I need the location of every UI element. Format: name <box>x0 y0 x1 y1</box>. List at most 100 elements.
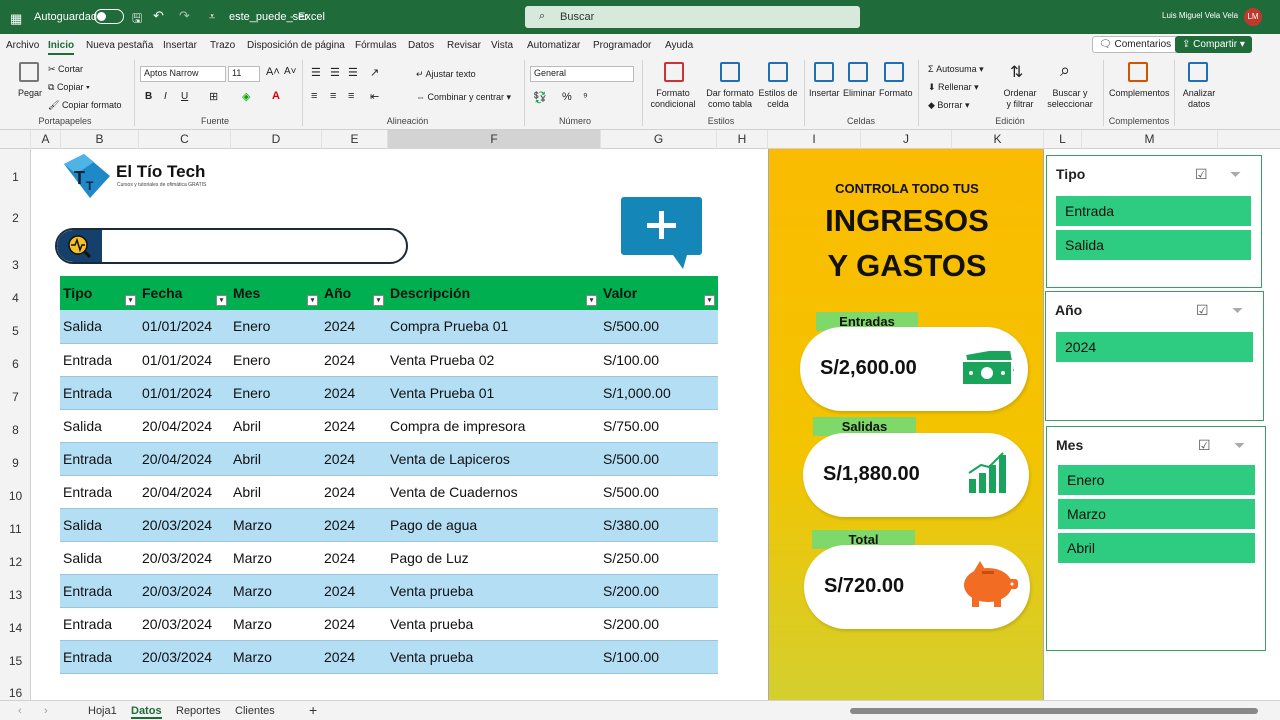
add-sheet-icon[interactable]: + <box>309 702 317 718</box>
row-header[interactable]: 9 <box>0 456 31 470</box>
row-header[interactable]: 4 <box>0 291 31 305</box>
fill-color-icon[interactable]: ◈ <box>242 90 250 103</box>
column-header[interactable]: M <box>1082 130 1218 149</box>
format-as-table-icon[interactable] <box>720 62 740 82</box>
comma-style-icon[interactable]: ⁹ <box>583 91 588 103</box>
slicer-item[interactable]: 2024 <box>1056 332 1253 362</box>
autosum-button[interactable]: Σ Autosuma ▾ <box>928 64 984 75</box>
prev-sheet-icon[interactable]: ‹ <box>18 705 22 717</box>
search-icon[interactable] <box>57 230 102 262</box>
column-header[interactable]: E <box>322 130 388 149</box>
sort-filter-icon[interactable]: ⇅ <box>1010 62 1023 82</box>
column-header[interactable]: K <box>952 130 1044 149</box>
menu-disposicion[interactable]: Disposición de página <box>247 40 345 51</box>
table-search-box[interactable] <box>55 228 408 264</box>
menu-trazo[interactable]: Trazo <box>210 40 235 51</box>
sheet-tab[interactable]: Clientes <box>235 705 275 717</box>
align-left-icon[interactable]: ≡ <box>311 90 317 102</box>
row-header[interactable]: 7 <box>0 390 31 404</box>
table-row[interactable]: Entrada 20/03/2024 Marzo 2024 Venta prueba S/… <box>60 640 718 674</box>
row-header[interactable]: 12 <box>0 555 31 569</box>
align-bottom-icon[interactable]: ☰ <box>348 66 358 79</box>
autosave-toggle[interactable] <box>94 9 124 24</box>
orientation-icon[interactable]: ↗ <box>370 66 379 79</box>
select-all-corner[interactable] <box>0 130 31 149</box>
font-name-select[interactable]: Aptos Narrow <box>140 66 226 82</box>
insert-cells-icon[interactable] <box>814 62 834 82</box>
clear-filter-icon[interactable]: ⏷ <box>1232 302 1243 319</box>
conditional-format-icon[interactable] <box>664 62 684 82</box>
avatar[interactable]: LM <box>1244 8 1262 26</box>
table-row[interactable]: Salida 20/03/2024 Marzo 2024 Pago de Luz S/25… <box>60 541 718 575</box>
filter-dropdown-icon[interactable]: ▾ <box>307 295 318 306</box>
analyze-data-button[interactable]: Analizar datos <box>1182 88 1216 110</box>
table-row[interactable]: Entrada 20/03/2024 Marzo 2024 Venta prueba S/… <box>60 574 718 608</box>
slicer-item[interactable]: Abril <box>1058 533 1255 563</box>
table-row[interactable]: Entrada 20/04/2024 Abril 2024 Venta de Lapic… <box>60 442 718 476</box>
row-header[interactable]: 8 <box>0 423 31 437</box>
wrap-text-button[interactable]: ↵ Ajustar texto <box>416 69 476 80</box>
delete-cells-icon[interactable] <box>848 62 868 82</box>
save-icon[interactable]: 🖫 <box>132 9 142 30</box>
row-header[interactable]: 15 <box>0 654 31 668</box>
table-row[interactable]: Salida 01/01/2024 Enero 2024 Compra Prueba 0… <box>60 310 718 344</box>
align-center-icon[interactable]: ≡ <box>330 90 336 102</box>
column-header[interactable]: D <box>231 130 322 149</box>
header-valor[interactable]: Valor ▾ <box>600 276 718 310</box>
clear-filter-icon[interactable]: ⏷ <box>1234 437 1245 454</box>
horizontal-scrollbar[interactable] <box>850 708 1258 714</box>
menu-insertar[interactable]: Insertar <box>163 40 197 51</box>
share-button[interactable]: ⇪ Compartir ▾ <box>1175 36 1252 53</box>
menu-nueva-pestana[interactable]: Nueva pestaña <box>86 40 153 51</box>
find-select-icon[interactable]: ⌕ <box>1060 60 1070 81</box>
next-sheet-icon[interactable]: › <box>44 705 48 717</box>
column-header[interactable]: L <box>1044 130 1082 149</box>
row-header[interactable]: 5 <box>0 324 31 338</box>
merge-center-button[interactable]: ⇔ Combinar y centrar ▾ <box>416 92 511 103</box>
clear-filter-icon[interactable]: ⏷ <box>1230 166 1241 183</box>
add-record-button[interactable] <box>621 197 702 269</box>
sort-filter-button[interactable]: Ordenar y filtrar <box>1000 88 1040 110</box>
table-row[interactable]: Entrada 01/01/2024 Enero 2024 Venta Prueba 0… <box>60 343 718 377</box>
header-mes[interactable]: Mes ▾ <box>230 276 321 310</box>
paste-icon[interactable] <box>19 62 39 82</box>
excel-app-icon[interactable]: ▦ <box>10 11 22 27</box>
cell-styles-icon[interactable] <box>768 62 788 82</box>
column-header[interactable]: B <box>61 130 139 149</box>
font-size-select[interactable]: 11 <box>228 66 260 82</box>
header-descripcion[interactable]: Descripción ▾ <box>387 276 600 310</box>
column-header[interactable]: G <box>601 130 717 149</box>
menu-archivo[interactable]: Archivo <box>6 40 39 51</box>
menu-revisar[interactable]: Revisar <box>447 40 481 51</box>
menu-formulas[interactable]: Fórmulas <box>355 40 397 51</box>
column-header[interactable]: F <box>388 130 601 149</box>
column-header[interactable]: J <box>861 130 952 149</box>
menu-inicio[interactable]: Inicio <box>48 40 75 55</box>
cut-button[interactable]: ✂ Cortar <box>48 64 83 75</box>
sheet-tab-active[interactable]: Datos <box>131 705 162 719</box>
column-header[interactable]: H <box>717 130 768 149</box>
menu-ayuda[interactable]: Ayuda <box>665 40 693 51</box>
menu-automatizar[interactable]: Automatizar <box>527 40 580 51</box>
row-header[interactable]: 3 <box>0 258 31 272</box>
multi-select-icon[interactable]: ☑ <box>1195 166 1208 183</box>
format-painter-button[interactable]: 🖌 Copiar formato <box>48 100 121 111</box>
row-header[interactable]: 16 <box>0 686 31 700</box>
paste-button[interactable]: Pegar <box>18 88 42 98</box>
filter-dropdown-icon[interactable]: ▾ <box>586 295 597 306</box>
clear-button[interactable]: ◆ Borrar ▾ <box>928 100 969 111</box>
undo-icon[interactable]: ↶ <box>153 8 164 24</box>
currency-icon[interactable]: 💱 <box>533 91 547 104</box>
copy-button[interactable]: ⧉ Copiar ▾ <box>48 82 90 93</box>
slicer-item[interactable]: Entrada <box>1056 196 1251 226</box>
column-header[interactable]: C <box>139 130 231 149</box>
row-header[interactable]: 14 <box>0 621 31 635</box>
align-middle-icon[interactable]: ☰ <box>330 66 340 79</box>
redo-icon[interactable]: ↷ <box>179 8 190 24</box>
borders-icon[interactable]: ⊞ <box>209 90 218 103</box>
slicer-item[interactable]: Enero <box>1058 465 1255 495</box>
header-tipo[interactable]: Tipo ▾ <box>60 276 139 310</box>
font-color-icon[interactable]: A <box>272 90 280 102</box>
filter-dropdown-icon[interactable]: ▾ <box>373 295 384 306</box>
align-top-icon[interactable]: ☰ <box>311 66 321 79</box>
